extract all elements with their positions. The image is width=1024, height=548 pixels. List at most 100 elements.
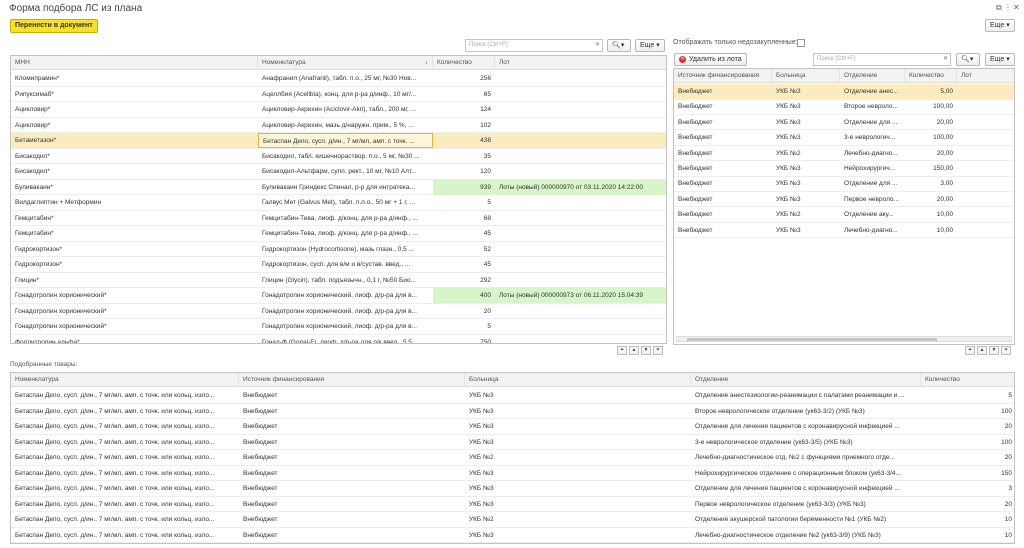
table-row[interactable]: Глицин* Глицин (Glycin), табл. подъязычн.… xyxy=(11,273,666,288)
first-row-icon[interactable]: ⏶ xyxy=(617,346,627,355)
table-row[interactable]: Бисакодил* Бисакодил-Альтфарм, супп. рект… xyxy=(11,164,666,180)
cell-hospital: УКБ №3 xyxy=(469,438,494,446)
clear-icon[interactable]: ✕ xyxy=(595,40,600,51)
cell-source: Внебюджет xyxy=(678,118,713,126)
table-row[interactable]: Бетаспан Депо, сусп. д/ин., 7 мг/мл, амп… xyxy=(11,388,1014,404)
table-row[interactable]: Гонадотропин хорионический* Гонадотропин … xyxy=(11,319,666,335)
show-only-underpurchased-checkbox[interactable] xyxy=(797,39,805,47)
column-header-quantity[interactable]: Количество xyxy=(433,56,495,70)
table-row[interactable]: Бетаспан Депо, сусп. д/ин., 7 мг/мл, амп… xyxy=(11,497,1014,512)
left-search-button[interactable]: 🔍︎▾ xyxy=(607,39,631,52)
column-header-nomenclature[interactable]: Номенклатура xyxy=(11,373,239,387)
table-row[interactable]: Бетаспан Депо, сусп. д/ин., 7 мг/мл, амп… xyxy=(11,450,1014,466)
table-row[interactable]: Кломипрамин* Анафранил (Anafranil), табл.… xyxy=(11,71,666,87)
table-row[interactable]: Бетаспан Депо, сусп. д/ин., 7 мг/мл, амп… xyxy=(11,466,1014,481)
cell-source: Внебюджет xyxy=(243,407,278,415)
selected-goods-table[interactable]: Номенклатура Источник финансирования Бол… xyxy=(10,372,1015,544)
cell-source: Внебюджет xyxy=(243,485,278,492)
table-row[interactable]: Бетаспан Депо, сусп. д/ин., 7 мг/мл, амп… xyxy=(11,512,1014,528)
cell-mnn: Гемцитабин* xyxy=(15,214,54,222)
table-row[interactable]: Внебюджет УКБ №3 Первое невроло... 20,00 xyxy=(674,192,1014,208)
table-row[interactable]: Бетаспан Депо, сусп. д/ин., 7 мг/мл, амп… xyxy=(11,528,1014,543)
left-search-placeholder: Поиск (Ctrl+F) xyxy=(469,42,508,48)
table-row[interactable]: Бупивакаин* Бупивакаин Гриндекс Спинал, р… xyxy=(11,179,666,195)
transfer-to-document-button[interactable]: Перенести в документ xyxy=(10,19,98,33)
clear-icon[interactable]: ✕ xyxy=(943,54,948,65)
table-row[interactable]: Бетаспан Депо, сусп. д/ин., 7 мг/мл, амп… xyxy=(11,435,1014,450)
table-row[interactable]: Внебюджет УКБ №3 Отделение анес... 5,00 xyxy=(674,84,1014,100)
delete-from-lot-button[interactable]: ✕ Удалить из лота xyxy=(674,53,747,66)
table-row[interactable]: Бисакодил* Бисакодил, табл. кишечнораство… xyxy=(11,149,666,164)
table-row[interactable]: Бетаспан Депо, сусп. д/ин., 7 мг/мл, амп… xyxy=(11,419,1014,435)
cell-hospital: УКБ №3 xyxy=(469,392,494,399)
cell-lot xyxy=(495,133,666,148)
table-row[interactable]: Гемцитабин* Гемцитабин-Тева, лиоф. д/конц… xyxy=(11,211,666,226)
horizontal-scrollbar[interactable] xyxy=(676,336,1012,342)
table-row[interactable]: Внебюджет УКБ №3 Второе невроло... 100,00 xyxy=(674,99,1014,115)
right-search-input[interactable]: Поиск (Ctrl+F) ✕ xyxy=(813,53,951,66)
close-icon[interactable]: ✕ xyxy=(1013,3,1020,12)
left-search-input[interactable]: Поиск (Ctrl+F) ✕ xyxy=(465,39,603,52)
table-row[interactable]: Рипуксимаб* Ацеллбия (Acellbia), конц. дл… xyxy=(11,87,666,102)
table-row[interactable]: Внебюджет УКБ №3 Нейрохирургич... 150,00 xyxy=(674,161,1014,177)
column-header-quantity[interactable]: Количество xyxy=(921,373,1014,387)
cell-hospital: УКБ №3 xyxy=(469,423,494,430)
right-more-button[interactable]: Еще ▾ xyxy=(985,53,1015,66)
column-header-hospital[interactable]: Больница xyxy=(465,373,691,387)
cell-department: Отделение для ... xyxy=(844,118,898,126)
prev-row-icon[interactable]: ▲ xyxy=(977,346,987,355)
column-header-mnn[interactable]: МНН xyxy=(11,56,258,70)
last-row-icon[interactable]: ⏷ xyxy=(653,346,663,355)
table-row[interactable]: Внебюджет УКБ №2 Отделение аку... 10,00 xyxy=(674,207,1014,223)
table-row[interactable]: Ацикловир* Ацикловир-Акрихин (Aciclovir-A… xyxy=(11,102,666,118)
table-row[interactable]: Внебюджет УКБ №3 Отделение для ... 3,00 xyxy=(674,176,1014,192)
more-button-label: Еще xyxy=(990,22,1005,29)
table-row[interactable]: Внебюджет УКБ №3 3-е неврологич... 100,00 xyxy=(674,130,1014,146)
column-header-source[interactable]: Источник финансирования xyxy=(674,69,772,83)
next-row-icon[interactable]: ▼ xyxy=(989,346,999,355)
table-row[interactable]: Ацикловир* Ацикловир-Акрихин, мазь д/нару… xyxy=(11,118,666,133)
table-row[interactable]: Внебюджет УКБ №3 Лечебно-диагно... 10,00 xyxy=(674,223,1014,239)
cell-lot xyxy=(495,164,666,179)
column-header-lot[interactable]: Лот xyxy=(495,56,666,70)
table-row[interactable]: Гидрокортизон* Гидрокортизон, сусп. для в… xyxy=(11,257,666,273)
table-row[interactable]: Бетаметазон* Бетаспан Депо, сусп. д/ин., … xyxy=(11,133,666,149)
table-row[interactable]: Бетаспан Депо, сусп. д/ин., 7 мг/мл, амп… xyxy=(11,404,1014,419)
last-row-icon[interactable]: ⏷ xyxy=(1001,346,1011,355)
table-row[interactable]: Гидрокортизон* Гидрокортизон (Hydrocortis… xyxy=(11,242,666,257)
cell-department: Второе неврологическое отделение (ук63-3… xyxy=(695,407,865,415)
table-row[interactable]: Гонадотропин хорионический* Гонадотропин … xyxy=(11,288,666,304)
prev-row-icon[interactable]: ▲ xyxy=(629,346,639,355)
table-row[interactable]: Бетаспан Депо, сусп. д/ин., 7 мг/мл, амп… xyxy=(11,481,1014,497)
pin-icon[interactable]: ⧉ xyxy=(996,3,1002,13)
column-header-nomenclature[interactable]: Номенклатура ↓ xyxy=(258,56,433,70)
next-row-icon[interactable]: ▼ xyxy=(641,346,651,355)
plan-items-table[interactable]: МНН Номенклатура ↓ Количество Лот Кломип… xyxy=(10,55,667,344)
scrollbar-thumb[interactable] xyxy=(687,338,937,341)
cell-department: Отделение для ... xyxy=(844,180,898,188)
table-row[interactable]: Гемцитабин* Гемцитабин-Тева, лиоф. д/конц… xyxy=(11,226,666,242)
distribution-table[interactable]: Источник финансирования Больница Отделен… xyxy=(673,68,1015,345)
cell-quantity: 150 xyxy=(1001,469,1012,477)
table-row[interactable]: Внебюджет УКБ №2 Лечебно-диагно... 20,00 xyxy=(674,146,1014,162)
delete-from-lot-label: Удалить из лота xyxy=(689,56,742,63)
column-header-department[interactable]: Отделение xyxy=(840,69,905,83)
table-row[interactable]: Фоллитропин альфа* Гонал-Ф (Gonal-F), лио… xyxy=(11,335,666,344)
column-header-hospital[interactable]: Больница xyxy=(772,69,840,83)
table-row[interactable]: Гонадотропин хорионический* Гонадотропин … xyxy=(11,304,666,319)
right-search-button[interactable]: 🔍︎▾ xyxy=(956,53,980,66)
column-header-lot[interactable]: Лот xyxy=(957,69,1014,83)
column-header-department[interactable]: Отделение xyxy=(691,373,921,387)
column-header-quantity[interactable]: Количество xyxy=(905,69,957,83)
table-row[interactable]: Вилдаглиптин + Метформин Галвус Мет (Galv… xyxy=(11,195,666,211)
left-more-button[interactable]: Еще ▾ xyxy=(635,39,665,52)
column-header-source[interactable]: Источник финансирования xyxy=(239,373,465,387)
cell-quantity: 750 xyxy=(480,338,491,344)
cell-lot xyxy=(495,211,666,226)
cell-hospital: УКБ №3 xyxy=(469,407,494,415)
more-icon[interactable]: ⋮ xyxy=(1004,3,1012,12)
table-row[interactable]: Внебюджет УКБ №3 Отделение для ... 20,00 xyxy=(674,115,1014,131)
cell-source: Внебюджет xyxy=(678,88,713,95)
more-button[interactable]: Еще ▾ xyxy=(985,19,1015,32)
first-row-icon[interactable]: ⏶ xyxy=(965,346,975,355)
